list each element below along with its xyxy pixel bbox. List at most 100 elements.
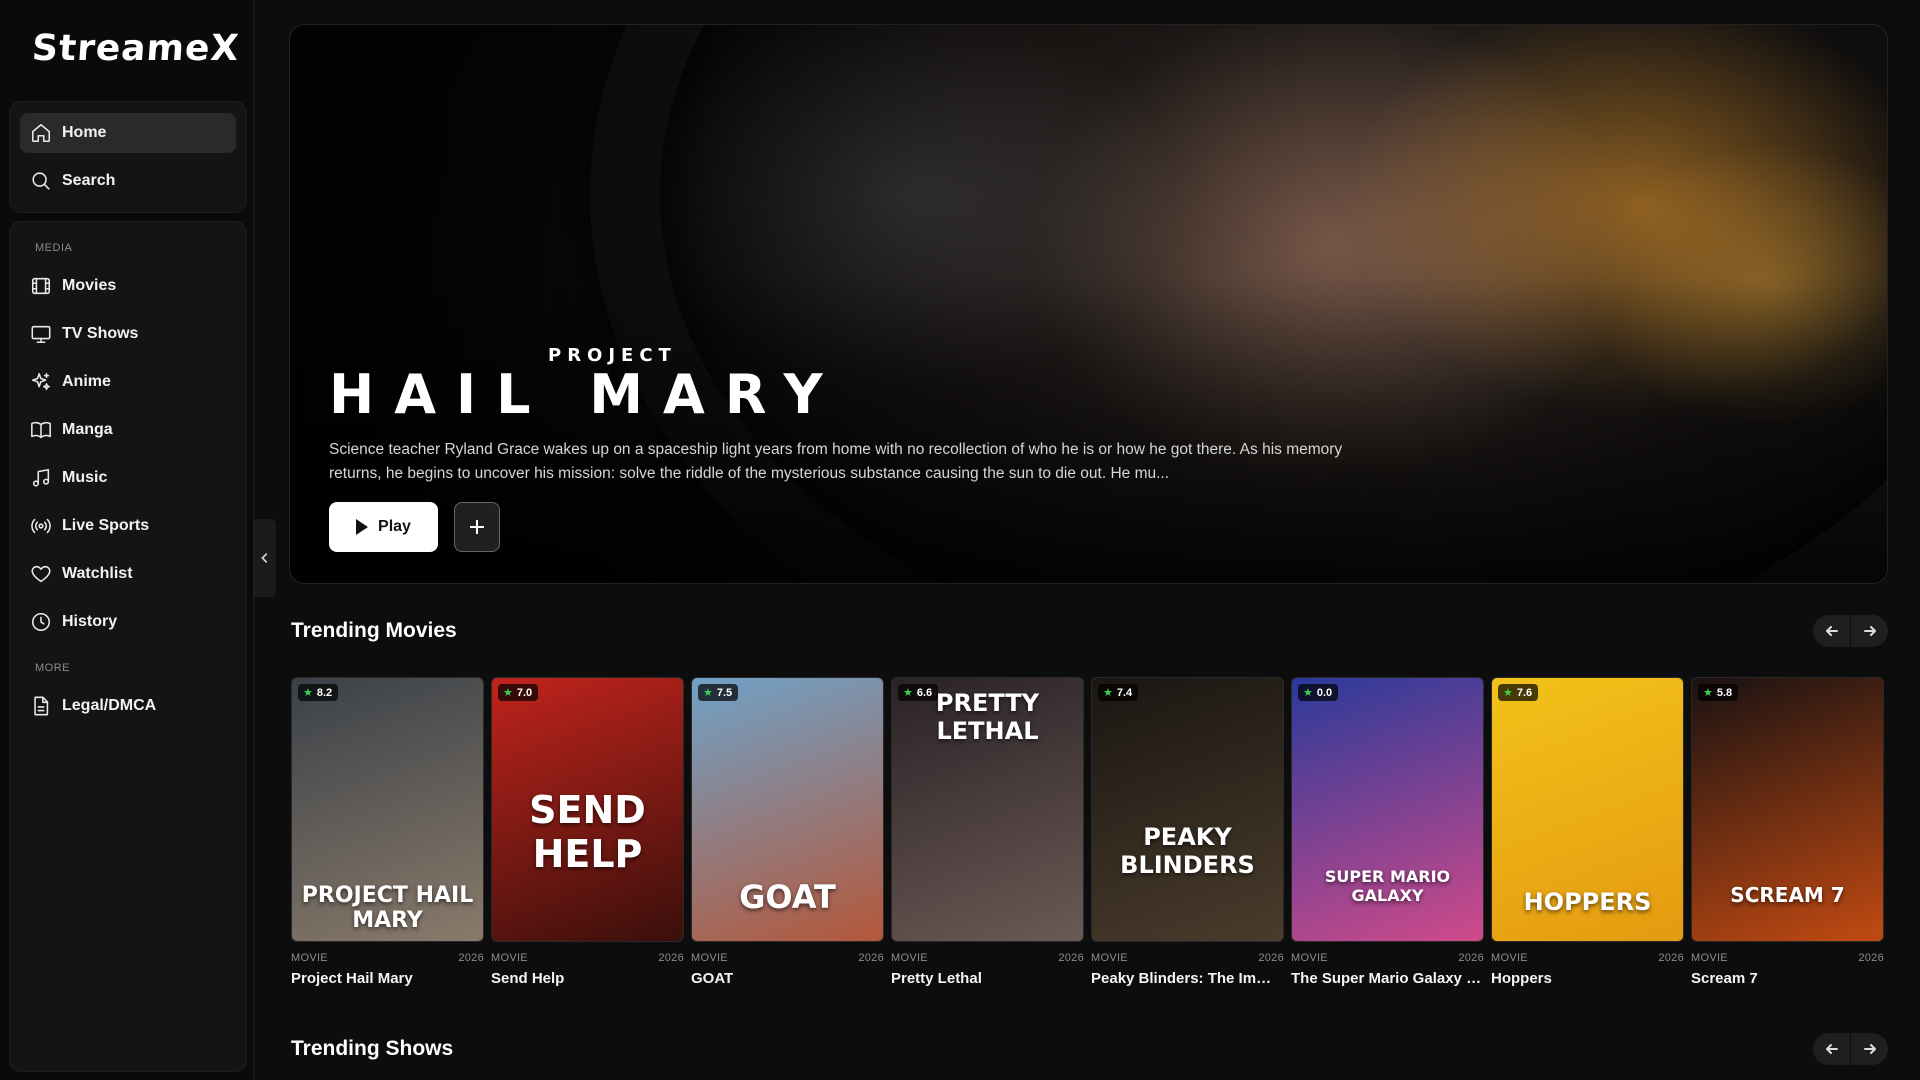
- card-meta: MOVIE 2026: [691, 952, 884, 964]
- hero-description: Science teacher Ryland Grace wakes up on…: [329, 441, 1343, 482]
- rating-badge: ★ 7.5: [698, 684, 739, 701]
- movie-poster[interactable]: SCREAM 7 ★ 5.8: [1691, 677, 1884, 942]
- nav-label: Manga: [62, 421, 113, 438]
- movie-title[interactable]: Send Help: [491, 970, 684, 987]
- rating-value: 6.6: [916, 686, 933, 699]
- movie-poster[interactable]: PROJECT HAIL MARY ★ 8.2: [291, 677, 484, 942]
- nav-label: History: [62, 613, 118, 630]
- movie-title[interactable]: Scream 7: [1691, 970, 1884, 987]
- tv-icon: [30, 323, 52, 345]
- sidebar: StreameX Home Search MEDIA Movies TV Sho…: [0, 0, 254, 1080]
- nav-manga[interactable]: Manga: [20, 410, 236, 450]
- movie-title[interactable]: Project Hail Mary: [291, 970, 484, 987]
- movie-poster[interactable]: GOAT ★ 7.5: [691, 677, 884, 942]
- nav-search[interactable]: Search: [20, 161, 236, 201]
- movie-poster[interactable]: HOPPERS ★ 7.6: [1491, 677, 1684, 942]
- nav-live-sports[interactable]: Live Sports: [20, 506, 236, 546]
- trending-movies-header: Trending Movies: [291, 614, 1888, 648]
- movie-card[interactable]: SUPER MARIO GALAXY ★ 0.0 MOVIE 2026 The Super…: [1291, 677, 1484, 987]
- book-icon: [30, 419, 52, 441]
- media-type: MOVIE: [691, 952, 728, 964]
- carousel-next-button[interactable]: [1851, 615, 1888, 647]
- star-icon: ★: [1303, 687, 1313, 699]
- movie-poster[interactable]: SEND HELP ★ 7.0: [491, 677, 684, 942]
- rating-badge: ★ 0.0: [1298, 684, 1339, 701]
- nav-tv-shows[interactable]: TV Shows: [20, 314, 236, 354]
- sidebar-collapse-button[interactable]: [254, 519, 276, 597]
- rating-value: 7.6: [1516, 686, 1533, 699]
- movie-card[interactable]: SCREAM 7 ★ 5.8 MOVIE 2026 Scream 7: [1691, 677, 1884, 987]
- release-year: 2026: [1258, 952, 1284, 964]
- poster-title-art: HOPPERS: [1523, 888, 1652, 917]
- movie-title[interactable]: Peaky Blinders: The Immortal Man: [1091, 970, 1284, 987]
- carousel-prev-button[interactable]: [1813, 1033, 1850, 1065]
- nav-label: Legal/DMCA: [62, 697, 157, 714]
- rating-value: 7.4: [1116, 686, 1133, 699]
- movie-poster[interactable]: SUPER MARIO GALAXY ★ 0.0: [1291, 677, 1484, 942]
- nav-movies[interactable]: Movies: [20, 266, 236, 306]
- carousel-controls: [1813, 615, 1888, 647]
- document-icon: [30, 695, 52, 717]
- rating-badge: ★ 6.6: [898, 684, 939, 701]
- nav-label: Anime: [62, 373, 111, 390]
- star-icon: ★: [903, 687, 913, 699]
- add-to-watchlist-button[interactable]: [454, 502, 500, 552]
- nav-anime[interactable]: Anime: [20, 362, 236, 402]
- hero-actions: Play: [329, 502, 1349, 552]
- movie-title[interactable]: GOAT: [691, 970, 884, 987]
- nav-music[interactable]: Music: [20, 458, 236, 498]
- nav-legal-dmca[interactable]: Legal/DMCA: [20, 686, 236, 726]
- section-title: Trending Shows: [291, 1037, 454, 1060]
- broadcast-icon: [30, 515, 52, 537]
- brand-logo[interactable]: StreameX: [31, 28, 241, 69]
- primary-nav: Home Search: [9, 101, 247, 213]
- poster-title-art: SEND HELP: [529, 788, 646, 877]
- movie-card[interactable]: PRETTY LETHAL ★ 6.6 MOVIE 2026 Pretty Lethal: [891, 677, 1084, 987]
- nav-history[interactable]: History: [20, 602, 236, 642]
- media-type: MOVIE: [1291, 952, 1328, 964]
- trending-movies-carousel: PROJECT HAIL MARY ★ 8.2 MOVIE 2026 Project Ha…: [291, 677, 1891, 987]
- movie-card[interactable]: PEAKY BLINDERS ★ 7.4 MOVIE 2026 Peaky Blinder…: [1091, 677, 1284, 987]
- release-year: 2026: [1058, 952, 1084, 964]
- home-icon: [30, 122, 52, 144]
- release-year: 2026: [1658, 952, 1684, 964]
- movie-title[interactable]: The Super Mario Galaxy Movie: [1291, 970, 1484, 987]
- rating-value: 7.0: [516, 686, 533, 699]
- film-icon: [30, 275, 52, 297]
- trending-shows-header: Trending Shows: [291, 1032, 1888, 1066]
- media-type: MOVIE: [1691, 952, 1728, 964]
- release-year: 2026: [458, 952, 484, 964]
- release-year: 2026: [658, 952, 684, 964]
- movie-poster[interactable]: PRETTY LETHAL ★ 6.6: [891, 677, 1084, 942]
- movie-card[interactable]: GOAT ★ 7.5 MOVIE 2026 GOAT: [691, 677, 884, 987]
- heart-icon: [30, 563, 52, 585]
- movie-card[interactable]: PROJECT HAIL MARY ★ 8.2 MOVIE 2026 Project Ha…: [291, 677, 484, 987]
- poster-title-art: PEAKY BLINDERS: [1120, 822, 1255, 879]
- poster-title-art: SUPER MARIO GALAXY: [1324, 867, 1451, 906]
- carousel-next-button[interactable]: [1851, 1033, 1888, 1065]
- movie-card[interactable]: SEND HELP ★ 7.0 MOVIE 2026 Send Help: [491, 677, 684, 987]
- star-icon: ★: [703, 687, 713, 699]
- rating-badge: ★ 7.6: [1498, 684, 1539, 701]
- section-title: Trending Movies: [291, 619, 457, 642]
- star-icon: ★: [1503, 687, 1513, 699]
- media-type: MOVIE: [1091, 952, 1128, 964]
- rating-badge: ★ 5.8: [1698, 684, 1739, 701]
- rating-badge: ★ 7.0: [498, 684, 539, 701]
- plus-icon: [470, 520, 484, 534]
- card-meta: MOVIE 2026: [1691, 952, 1884, 964]
- movie-title[interactable]: Hoppers: [1491, 970, 1684, 987]
- card-meta: MOVIE 2026: [1291, 952, 1484, 964]
- arrow-left-icon: [1825, 1044, 1838, 1054]
- carousel-prev-button[interactable]: [1813, 615, 1850, 647]
- carousel-controls: [1813, 1033, 1888, 1065]
- movie-poster[interactable]: PEAKY BLINDERS ★ 7.4: [1091, 677, 1284, 942]
- movie-title[interactable]: Pretty Lethal: [891, 970, 1084, 987]
- nav-label: Movies: [62, 277, 117, 294]
- play-button[interactable]: Play: [329, 502, 438, 552]
- clock-icon: [30, 611, 52, 633]
- media-nav: MEDIA Movies TV Shows Anime Manga Music …: [9, 221, 247, 1072]
- movie-card[interactable]: HOPPERS ★ 7.6 MOVIE 2026 Hoppers: [1491, 677, 1684, 987]
- nav-home[interactable]: Home: [20, 113, 236, 153]
- nav-watchlist[interactable]: Watchlist: [20, 554, 236, 594]
